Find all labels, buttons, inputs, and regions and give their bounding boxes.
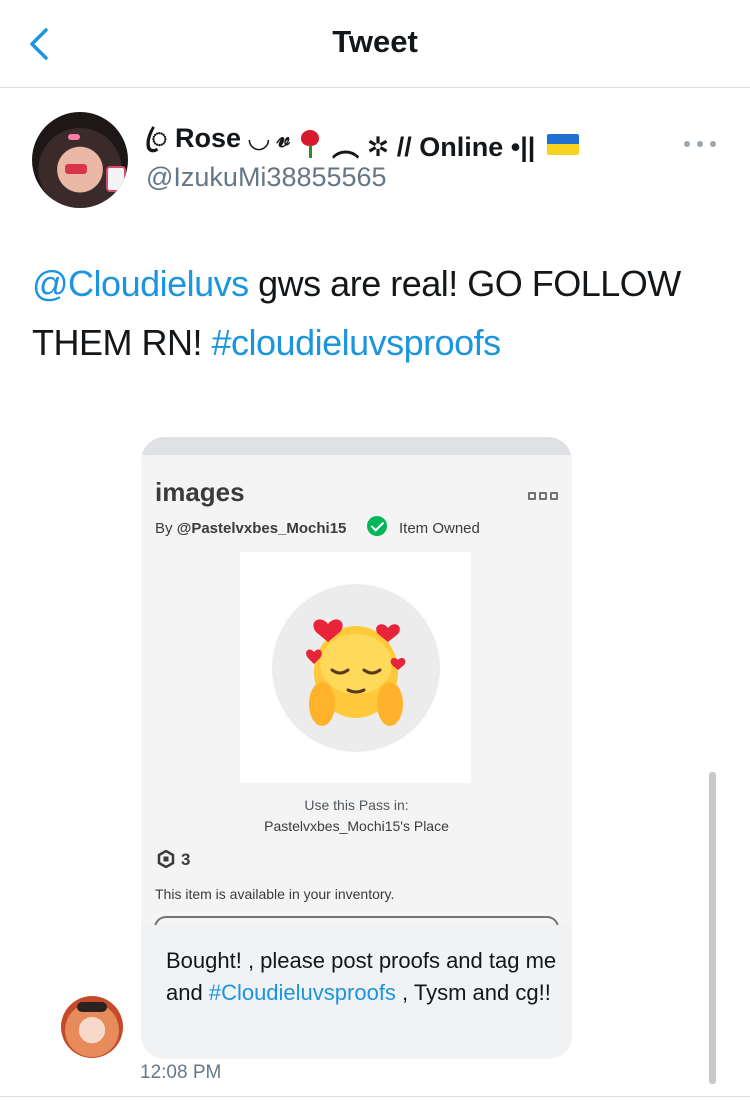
scrollbar[interactable] — [709, 772, 716, 1084]
ukraine-flag-icon — [547, 133, 580, 155]
more-options-icon[interactable] — [684, 138, 716, 150]
page-title: Tweet — [332, 24, 418, 59]
divider — [0, 1096, 750, 1097]
item-thumbnail — [240, 552, 471, 783]
robux-icon — [157, 850, 175, 868]
by-prefix: By — [155, 520, 177, 537]
item-price: 3 — [181, 850, 191, 869]
reply-text-end: , Tysm and cg!! — [395, 980, 551, 1005]
author-avatar[interactable] — [32, 112, 128, 208]
author-handle[interactable]: @IzukuMi38855565 — [146, 162, 387, 193]
inventory-note: This item is available in your inventory… — [155, 886, 395, 902]
use-pass-label: Use this Pass in: — [304, 797, 409, 813]
mention-link[interactable]: @Cloudieluvs — [32, 263, 249, 304]
reply-hashtag: #Cloudieluvsproofs — [208, 980, 396, 1005]
attached-screenshot[interactable]: images By @Pastelvxbes_Mochi15 Item Owne… — [141, 437, 572, 1059]
rose-icon — [298, 130, 322, 158]
author-name-suffix: ︵ ✲ // Online •|| — [332, 131, 536, 162]
screenshot-top-bar — [141, 437, 572, 455]
creator-name: @Pastelvxbes_Mochi15 — [176, 520, 347, 537]
tweet-timestamp: 12:08 PM — [140, 1062, 222, 1083]
reply-avatar — [61, 996, 123, 1058]
smiling-face-with-hearts-icon — [306, 619, 406, 726]
tweet-text: @Cloudieluvs gws are real! GO FOLLOW THE… — [32, 254, 732, 372]
owned-check-icon — [367, 516, 387, 536]
item-owned-label: Item Owned — [399, 520, 480, 537]
reply-text: Bought! , please post proofs and tag me … — [166, 945, 561, 1009]
creator-line: By @Pastelvxbes_Mochi15 — [155, 520, 346, 537]
reply-bubble: Bought! , please post proofs and tag me … — [141, 925, 572, 1059]
author-display-name[interactable]: ꦿ Rose ◡ 𝓋 ︵ ✲ // Online •|| — [145, 123, 580, 162]
hashtag-link[interactable]: #cloudieluvsproofs — [212, 322, 502, 363]
item-more-icon — [528, 492, 558, 500]
top-navigation-bar: Tweet — [0, 0, 750, 88]
place-link: Pastelvxbes_Mochi15's Place — [264, 818, 449, 834]
item-title: images — [155, 477, 245, 507]
